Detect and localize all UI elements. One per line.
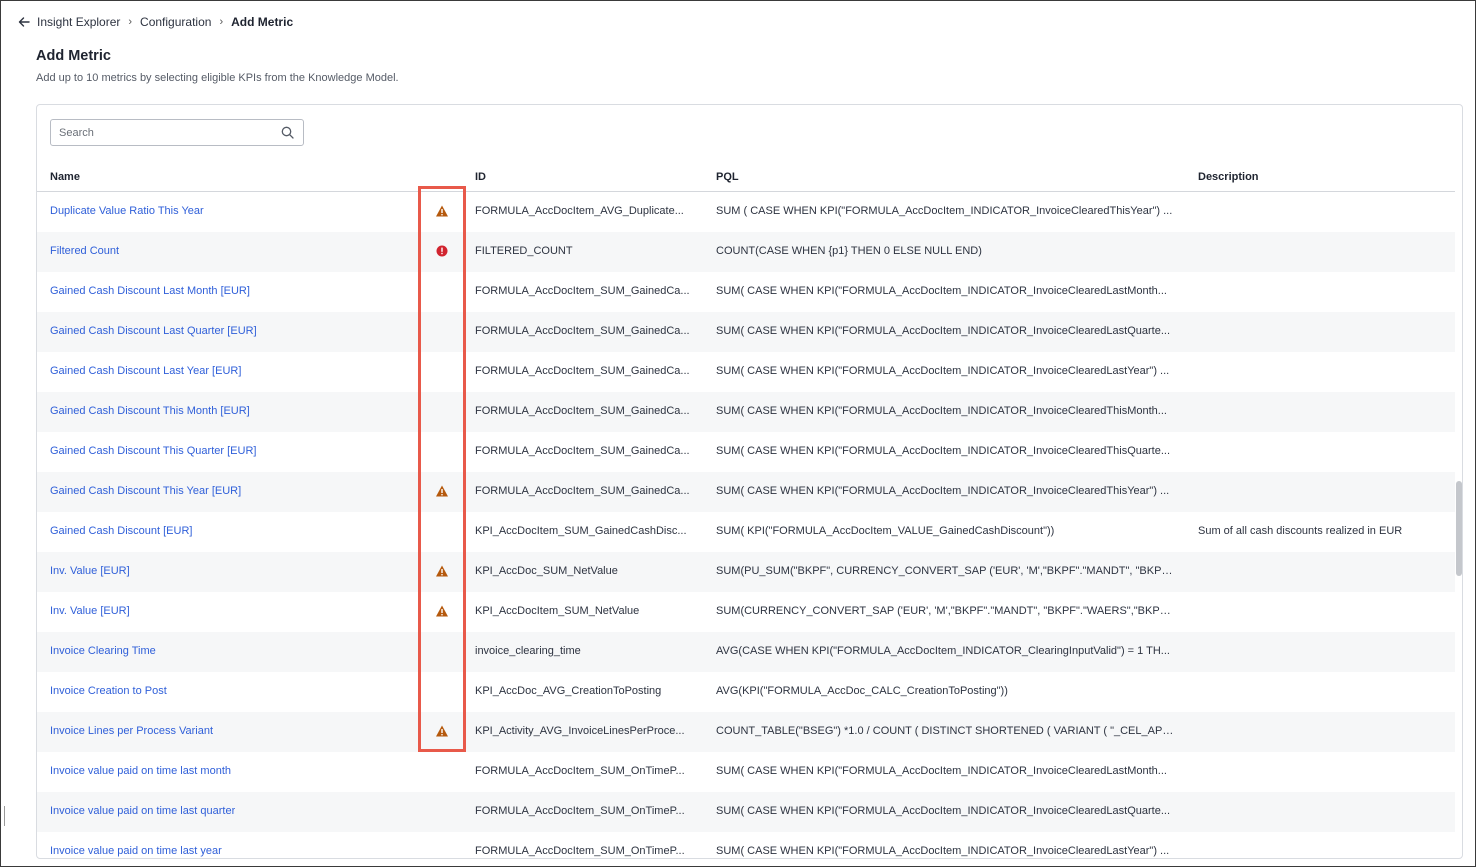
metric-name-link[interactable]: Invoice value paid on time last month — [50, 765, 231, 777]
metric-name-link[interactable]: Invoice Clearing Time — [50, 645, 156, 657]
chevron-right-icon: › — [128, 16, 133, 28]
table-row[interactable]: Gained Cash Discount This Quarter [EUR] F… — [37, 432, 1455, 472]
table-row[interactable]: Gained Cash Discount This Month [EUR] FOR… — [37, 392, 1455, 432]
column-header-description[interactable]: Description — [1198, 171, 1259, 183]
chevron-right-icon: › — [219, 16, 224, 28]
metric-name-link[interactable]: Gained Cash Discount Last Year [EUR] — [50, 365, 241, 377]
search-box — [50, 119, 304, 146]
table-row[interactable]: Gained Cash Discount Last Quarter [EUR] F… — [37, 312, 1455, 352]
app-window: Insight Explorer › Configuration › Add M… — [0, 0, 1476, 867]
side-handle — [1, 806, 5, 826]
metric-name-link[interactable]: Invoice Lines per Process Variant — [50, 725, 213, 737]
breadcrumb: Insight Explorer › Configuration › Add M… — [17, 14, 293, 30]
scrollbar-thumb[interactable] — [1456, 481, 1462, 576]
search-input[interactable] — [51, 120, 271, 145]
metric-name-link[interactable]: Inv. Value [EUR] — [50, 565, 130, 577]
metric-pql: SUM( CASE WHEN KPI("FORMULA_AccDocItem_I… — [716, 765, 1167, 777]
metric-id: KPI_AccDoc_AVG_CreationToPosting — [475, 685, 662, 697]
table-body: Duplicate Value Ratio This Year FORMULA_A… — [37, 192, 1455, 858]
metric-id: invoice_clearing_time — [475, 645, 581, 657]
metric-pql: SUM(PU_SUM("BKPF", CURRENCY_CONVERT_SAP … — [716, 565, 1176, 577]
metric-name-link[interactable]: Invoice value paid on time last quarter — [50, 805, 235, 817]
column-header-pql[interactable]: PQL — [716, 171, 739, 183]
metric-name-link[interactable]: Gained Cash Discount This Year [EUR] — [50, 485, 241, 497]
metric-id: FORMULA_AccDocItem_AVG_Duplicate... — [475, 205, 684, 217]
table-row[interactable]: Gained Cash Discount Last Year [EUR] FORM… — [37, 352, 1455, 392]
table-row[interactable]: Invoice value paid on time last quarter F… — [37, 792, 1455, 832]
metric-pql: SUM( CASE WHEN KPI("FORMULA_AccDocItem_I… — [716, 325, 1171, 337]
metric-name-link[interactable]: Filtered Count — [50, 245, 119, 257]
table-row[interactable]: Gained Cash Discount This Year [EUR] FORM… — [37, 472, 1455, 512]
column-header-name[interactable]: Name — [50, 171, 80, 183]
metric-id: FORMULA_AccDocItem_SUM_GainedCa... — [475, 485, 690, 497]
search-icon[interactable] — [281, 126, 294, 139]
warning-triangle-icon — [436, 205, 448, 217]
metric-description: Sum of all cash discounts realized in EU… — [1198, 525, 1403, 537]
table-header: Name ID PQL Description — [37, 160, 1455, 192]
metric-pql: SUM( CASE WHEN KPI("FORMULA_AccDocItem_I… — [716, 365, 1170, 377]
table-row[interactable]: Inv. Value [EUR] KPI_AccDocItem_SUM_NetVa… — [37, 592, 1455, 632]
metric-name-link[interactable]: Inv. Value [EUR] — [50, 605, 130, 617]
metric-pql: SUM( CASE WHEN KPI("FORMULA_AccDocItem_I… — [716, 805, 1171, 817]
table-row[interactable]: Gained Cash Discount [EUR] KPI_AccDocItem… — [37, 512, 1455, 552]
metric-pql: SUM(CURRENCY_CONVERT_SAP ('EUR', 'M',"BK… — [716, 605, 1176, 617]
arrow-left-icon[interactable] — [17, 15, 31, 29]
table-row[interactable]: Invoice Clearing Time invoice_clearing_ti… — [37, 632, 1455, 672]
metric-pql: SUM ( CASE WHEN KPI("FORMULA_AccDocItem_… — [716, 205, 1173, 217]
metric-pql: SUM( KPI("FORMULA_AccDocItem_VALUE_Gaine… — [716, 525, 1055, 537]
metric-pql: SUM( CASE WHEN KPI("FORMULA_AccDocItem_I… — [716, 845, 1170, 857]
metric-name-link[interactable]: Invoice Creation to Post — [50, 685, 167, 697]
metric-pql: SUM( CASE WHEN KPI("FORMULA_AccDocItem_I… — [716, 405, 1167, 417]
metric-name-link[interactable]: Gained Cash Discount Last Month [EUR] — [50, 285, 250, 297]
table-row[interactable]: Invoice value paid on time last month FOR… — [37, 752, 1455, 792]
metric-name-link[interactable]: Gained Cash Discount This Month [EUR] — [50, 405, 250, 417]
metric-id: KPI_AccDocItem_SUM_GainedCashDisc... — [475, 525, 687, 537]
table-row[interactable]: Invoice Creation to Post KPI_AccDoc_AVG_C… — [37, 672, 1455, 712]
column-header-id[interactable]: ID — [475, 171, 486, 183]
metric-id: FORMULA_AccDocItem_SUM_OnTimeP... — [475, 765, 685, 777]
metric-pql: SUM( CASE WHEN KPI("FORMULA_AccDocItem_I… — [716, 285, 1167, 297]
metrics-table-panel: Name ID PQL Description Duplicate Value … — [36, 104, 1463, 859]
metric-id: FILTERED_COUNT — [475, 245, 573, 257]
warning-triangle-icon — [436, 725, 448, 737]
page-subtitle: Add up to 10 metrics by selecting eligib… — [36, 72, 399, 84]
metric-id: FORMULA_AccDocItem_SUM_GainedCa... — [475, 325, 690, 337]
metric-id: FORMULA_AccDocItem_SUM_OnTimeP... — [475, 845, 685, 857]
table-row[interactable]: Invoice value paid on time last year FORM… — [37, 832, 1455, 858]
table-row[interactable]: Gained Cash Discount Last Month [EUR] FOR… — [37, 272, 1455, 312]
metric-id: KPI_AccDocItem_SUM_NetValue — [475, 605, 640, 617]
metric-id: FORMULA_AccDocItem_SUM_GainedCa... — [475, 285, 690, 297]
table-row[interactable]: Invoice Lines per Process Variant KPI_Act… — [37, 712, 1455, 752]
metric-pql: AVG(CASE WHEN KPI("FORMULA_AccDocItem_IN… — [716, 645, 1170, 657]
metric-pql: SUM( CASE WHEN KPI("FORMULA_AccDocItem_I… — [716, 445, 1170, 457]
metric-pql: COUNT_TABLE("BSEG") *1.0 / COUNT ( DISTI… — [716, 725, 1176, 737]
metric-name-link[interactable]: Gained Cash Discount This Quarter [EUR] — [50, 445, 256, 457]
warning-triangle-icon — [436, 605, 448, 617]
metric-id: FORMULA_AccDocItem_SUM_OnTimeP... — [475, 805, 685, 817]
breadcrumb-item-add-metric: Add Metric — [231, 15, 294, 29]
metric-id: KPI_AccDoc_SUM_NetValue — [475, 565, 618, 577]
table-row[interactable]: Filtered Count FILTERED_COUNT COUNT(CASE W… — [37, 232, 1455, 272]
metric-id: FORMULA_AccDocItem_SUM_GainedCa... — [475, 365, 690, 377]
table-row[interactable]: Inv. Value [EUR] KPI_AccDoc_SUM_NetValue S… — [37, 552, 1455, 592]
warning-triangle-icon — [436, 565, 448, 577]
page-title: Add Metric — [36, 48, 111, 64]
warning-triangle-icon — [436, 485, 448, 497]
breadcrumb-item-configuration[interactable]: Configuration — [140, 15, 211, 29]
metric-pql: COUNT(CASE WHEN {p1} THEN 0 ELSE NULL EN… — [716, 245, 982, 257]
metric-pql: SUM( CASE WHEN KPI("FORMULA_AccDocItem_I… — [716, 485, 1170, 497]
metric-id: FORMULA_AccDocItem_SUM_GainedCa... — [475, 405, 690, 417]
metric-id: FORMULA_AccDocItem_SUM_GainedCa... — [475, 445, 690, 457]
table-row[interactable]: Duplicate Value Ratio This Year FORMULA_A… — [37, 192, 1455, 232]
metric-name-link[interactable]: Duplicate Value Ratio This Year — [50, 205, 204, 217]
metric-name-link[interactable]: Gained Cash Discount [EUR] — [50, 525, 192, 537]
error-circle-icon — [436, 245, 448, 257]
metric-name-link[interactable]: Invoice value paid on time last year — [50, 845, 222, 857]
metric-name-link[interactable]: Gained Cash Discount Last Quarter [EUR] — [50, 325, 257, 337]
metric-id: KPI_Activity_AVG_InvoiceLinesPerProce... — [475, 725, 685, 737]
metric-pql: AVG(KPI("FORMULA_AccDoc_CALC_CreationToP… — [716, 685, 1008, 697]
breadcrumb-item-insight-explorer[interactable]: Insight Explorer — [37, 15, 120, 29]
